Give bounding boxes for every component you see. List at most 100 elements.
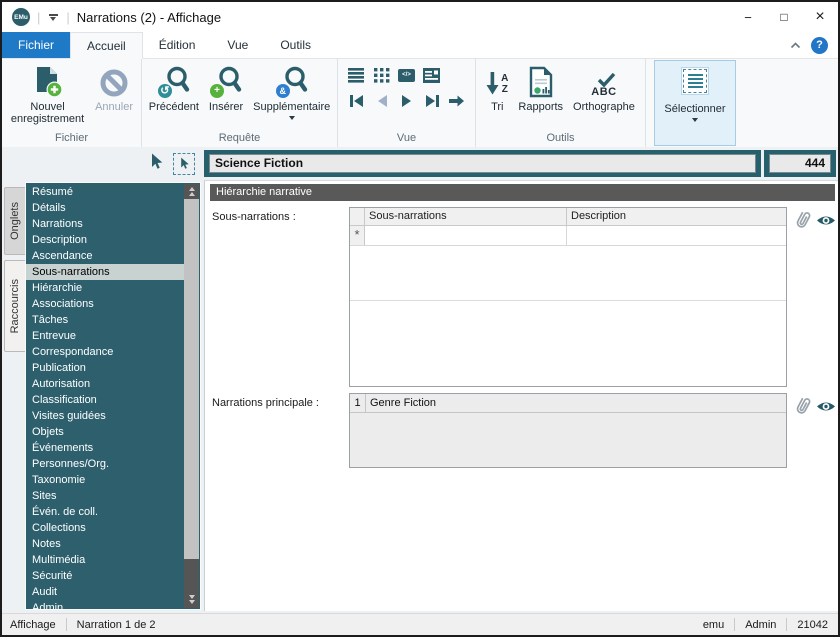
details-view-icon[interactable] bbox=[423, 67, 440, 83]
scrollbar-thumb[interactable] bbox=[184, 199, 199, 559]
sidebar-item[interactable]: Publication bbox=[26, 360, 184, 376]
sidebar-item[interactable]: Collections bbox=[26, 520, 184, 536]
goto-record-icon[interactable] bbox=[448, 93, 465, 109]
collapse-ribbon-icon[interactable] bbox=[790, 41, 801, 49]
select-mode-tool-icon[interactable] bbox=[173, 152, 195, 175]
sort-button[interactable]: A Z Tri bbox=[481, 61, 513, 113]
status-separator bbox=[734, 618, 736, 631]
sidebar-item[interactable]: Ascendance bbox=[26, 248, 184, 264]
next-record-icon[interactable] bbox=[398, 93, 415, 109]
insert-query-icon: + bbox=[209, 64, 243, 101]
previous-record-icon bbox=[373, 93, 390, 109]
record-title-field: Science Fiction bbox=[204, 150, 761, 177]
tab-vue[interactable]: Vue bbox=[211, 32, 264, 58]
sidebar-item[interactable]: Autorisation bbox=[26, 376, 184, 392]
ribbon-group-outils: A Z Tri Rapports ABC Orthographe Outils bbox=[476, 59, 646, 147]
reports-button[interactable]: Rapports bbox=[513, 61, 568, 113]
sidebar-item[interactable]: Admin bbox=[26, 600, 184, 609]
view-attachment-icon[interactable] bbox=[816, 400, 836, 418]
sidebar-item[interactable]: Notes bbox=[26, 536, 184, 552]
sidebar-item[interactable]: Narrations bbox=[26, 216, 184, 232]
close-button[interactable]: × bbox=[802, 2, 838, 32]
additional-query-button[interactable]: & Supplémentaire bbox=[248, 61, 335, 120]
reports-icon bbox=[527, 64, 555, 101]
sidebar-item[interactable]: Classification bbox=[26, 392, 184, 408]
select-button[interactable]: Sélectionner bbox=[654, 60, 736, 146]
list-item[interactable]: 1 Genre Fiction bbox=[350, 394, 786, 413]
sidebar-item[interactable]: Taxonomie bbox=[26, 472, 184, 488]
sidebar-item[interactable]: Événements bbox=[26, 440, 184, 456]
emu-logo-icon[interactable]: EMu bbox=[12, 8, 30, 26]
sidebar-item[interactable]: Évén. de coll. bbox=[26, 504, 184, 520]
main-narrations-list[interactable]: 1 Genre Fiction bbox=[349, 393, 787, 468]
record-title: Science Fiction bbox=[209, 154, 756, 173]
ribbon: Nouvel enregistrement Annuler Fichier ↺ … bbox=[2, 59, 838, 147]
sidebar-item[interactable]: Multimédia bbox=[26, 552, 184, 568]
tab-fichier[interactable]: Fichier bbox=[2, 32, 71, 58]
sub-narrations-grid[interactable]: Sous-narrations Description * bbox=[349, 207, 787, 387]
sidebar-scrollbar[interactable] bbox=[184, 184, 199, 608]
first-record-icon[interactable] bbox=[348, 93, 365, 109]
sidebar-item[interactable]: Tâches bbox=[26, 312, 184, 328]
grid-new-row[interactable]: * bbox=[350, 226, 786, 246]
minimize-button[interactable]: − bbox=[730, 2, 766, 32]
scroll-up-icon[interactable] bbox=[184, 184, 199, 199]
pointer-tool-icon[interactable] bbox=[149, 153, 164, 175]
sidebar-item[interactable]: Associations bbox=[26, 296, 184, 312]
grid-cell[interactable] bbox=[365, 226, 567, 245]
tab-outils[interactable]: Outils bbox=[264, 32, 327, 58]
sidebar-item[interactable]: Audit bbox=[26, 584, 184, 600]
insert-query-button[interactable]: + Insérer bbox=[204, 61, 248, 113]
attach-icon[interactable] bbox=[792, 395, 813, 422]
select-label: Sélectionner bbox=[664, 103, 726, 115]
sidebar-item[interactable]: Sites bbox=[26, 488, 184, 504]
additional-query-label: Supplémentaire bbox=[253, 101, 331, 113]
sidebar-item[interactable]: Correspondance bbox=[26, 344, 184, 360]
grid-cell[interactable] bbox=[567, 226, 786, 245]
main-narrations-label: Narrations principale : bbox=[212, 397, 319, 409]
sidebar-item[interactable]: Objets bbox=[26, 424, 184, 440]
ribbon-group-requete: ↺ Précédent + Insérer & Supplémentaire R… bbox=[142, 59, 338, 147]
tab-edition[interactable]: Édition bbox=[143, 32, 212, 58]
sidebar-item[interactable]: Personnes/Org. bbox=[26, 456, 184, 472]
attach-icon[interactable] bbox=[792, 209, 813, 236]
record-number: 444 bbox=[769, 154, 831, 173]
main-panel: Hiérarchie narrative Sous-narrations : S… bbox=[204, 180, 838, 611]
tab-accueil[interactable]: Accueil bbox=[70, 32, 143, 59]
new-record-icon bbox=[33, 64, 63, 101]
list-item-value: Genre Fiction bbox=[370, 397, 437, 409]
spelling-button[interactable]: ABC Orthographe bbox=[568, 61, 640, 113]
record-number-field: 444 bbox=[764, 150, 836, 177]
last-record-icon[interactable] bbox=[423, 93, 440, 109]
sidebar-item[interactable]: Résumé bbox=[26, 184, 184, 200]
maximize-button[interactable]: □ bbox=[766, 2, 802, 32]
grid-view-icon[interactable] bbox=[373, 67, 390, 83]
sidebar-item[interactable]: Description bbox=[26, 232, 184, 248]
side-tab-onglets[interactable]: Onglets bbox=[4, 187, 25, 255]
view-attachment-icon[interactable] bbox=[816, 214, 836, 232]
sidebar-item[interactable]: Sécurité bbox=[26, 568, 184, 584]
sidebar-item-sous-narrations[interactable]: Sous-narrations bbox=[26, 264, 184, 280]
code-view-icon[interactable]: </> bbox=[398, 67, 415, 83]
sidebar-item[interactable]: Entrevue bbox=[26, 328, 184, 344]
previous-query-button[interactable]: ↺ Précédent bbox=[144, 61, 204, 113]
new-row-marker: * bbox=[350, 226, 365, 245]
new-record-button[interactable]: Nouvel enregistrement bbox=[5, 61, 90, 125]
sidebar-item[interactable]: Détails bbox=[26, 200, 184, 216]
scroll-down-icon[interactable] bbox=[184, 559, 199, 608]
group-label-vue: Vue bbox=[396, 132, 417, 144]
quick-access-customize-icon[interactable] bbox=[47, 13, 59, 21]
ribbon-tab-strip: Fichier Accueil Édition Vue Outils ? bbox=[2, 32, 838, 59]
titlebar-separator: | bbox=[66, 9, 70, 25]
status-record-position: Narration 1 de 2 bbox=[76, 618, 156, 631]
cancel-label: Annuler bbox=[95, 101, 133, 113]
side-tab-raccourcis[interactable]: Raccourcis bbox=[4, 260, 25, 352]
ribbon-group-vue: </> Vue bbox=[338, 59, 476, 147]
help-icon[interactable]: ? bbox=[811, 36, 828, 54]
list-view-icon[interactable] bbox=[348, 67, 365, 83]
record-header-strip: Science Fiction 444 bbox=[2, 147, 838, 180]
sidebar-item[interactable]: Hiérarchie bbox=[26, 280, 184, 296]
sidebar-item[interactable]: Visites guidées bbox=[26, 408, 184, 424]
group-label-outils: Outils bbox=[546, 132, 575, 144]
status-server: emu bbox=[702, 618, 725, 631]
